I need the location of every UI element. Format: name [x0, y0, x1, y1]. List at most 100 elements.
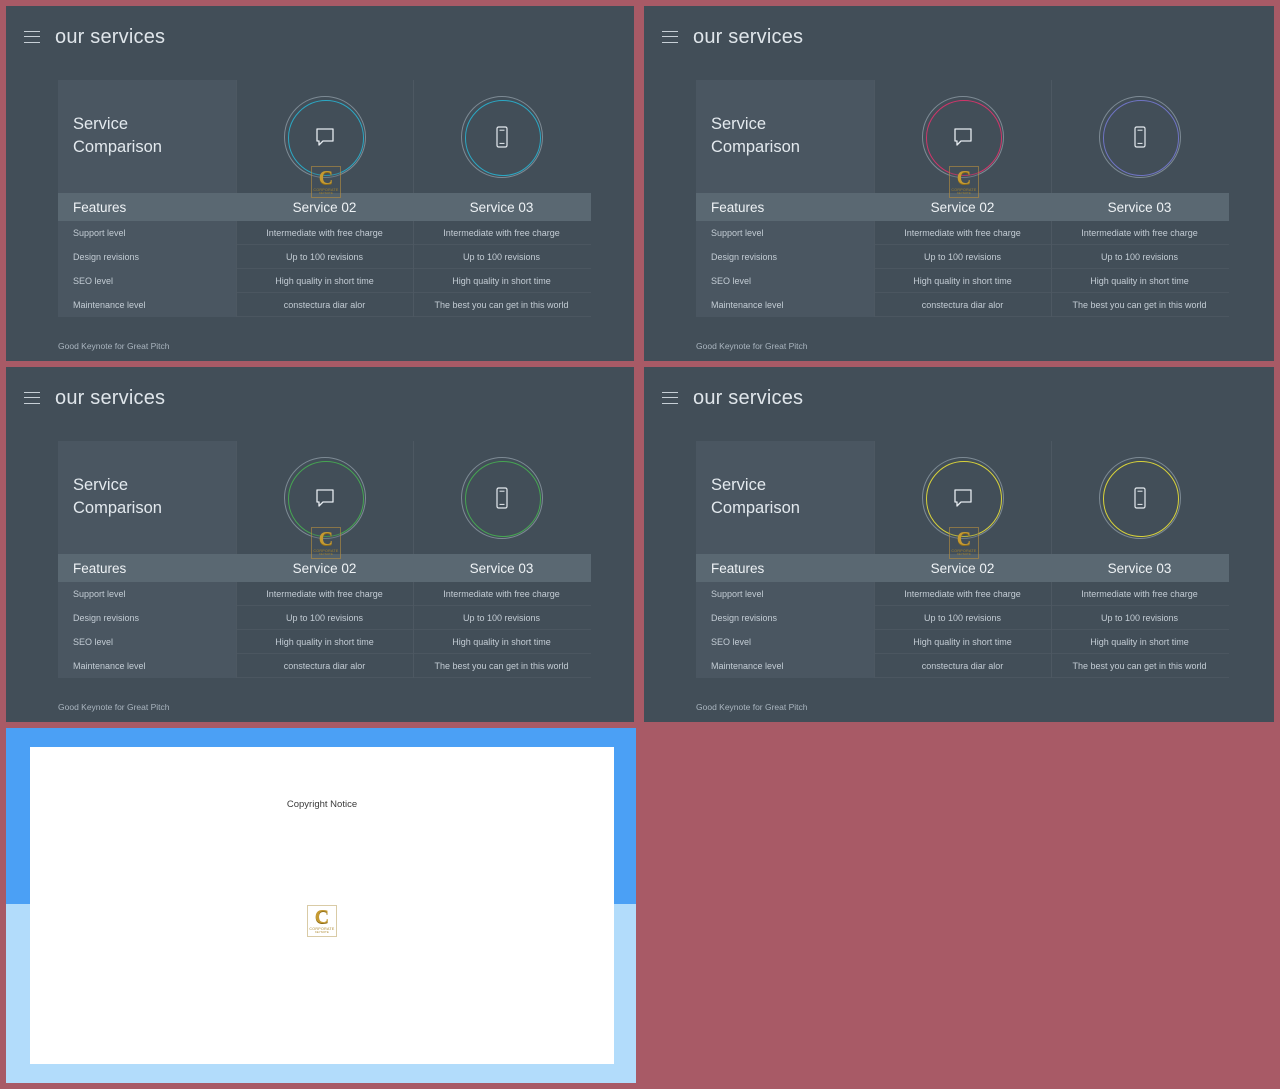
page-title: our services — [693, 386, 804, 409]
cell-service03: High quality in short time — [452, 275, 551, 286]
ring-service02 — [922, 456, 1004, 539]
page-title: our services — [55, 25, 166, 48]
ring-service02 — [922, 95, 1004, 178]
table-row: SEO level High quality in short time Hig… — [58, 268, 591, 293]
icon-column-service03 — [413, 441, 590, 554]
icon-column-service02 — [874, 441, 1051, 554]
col-header-features: Features — [711, 199, 765, 215]
comparison-table: Features Service 02 Service 03 Support l… — [696, 554, 1229, 678]
cell-service02: Up to 100 revisions — [285, 612, 364, 623]
watermark-sub1: CORPORATE — [309, 927, 335, 931]
copyright-title: Copyright Notice — [286, 799, 358, 810]
cell-service03: Intermediate with free charge — [1081, 227, 1198, 238]
table-row: SEO level High quality in short time Hig… — [58, 629, 591, 654]
title-block: Service Comparison — [696, 441, 874, 554]
cell-feature: SEO level — [696, 268, 874, 293]
slide-copyright-notice[interactable]: Copyright Notice C CORPORATE KEYNOTE — [6, 728, 636, 1083]
col-header-features: Features — [711, 560, 765, 576]
cell-feature: Design revisions — [696, 244, 874, 269]
cell-service03: Intermediate with free charge — [443, 588, 560, 599]
cell-service02: Up to 100 revisions — [923, 251, 1002, 262]
table-row: Design revisions Up to 100 revisions Up … — [58, 605, 591, 630]
mobile-phone-icon — [494, 486, 510, 510]
cell-service02: Up to 100 revisions — [923, 612, 1002, 623]
cell-feature: Support level — [696, 581, 874, 606]
cell-service03: The best you can get in this world — [434, 299, 569, 310]
cell-feature: SEO level — [696, 629, 874, 654]
comparison-table: Features Service 02 Service 03 Support l… — [696, 193, 1229, 317]
cell-service03: Intermediate with free charge — [443, 227, 560, 238]
cell-service02: Intermediate with free charge — [904, 227, 1021, 238]
cell-service03: Up to 100 revisions — [462, 251, 541, 262]
table-header-row: Features Service 02 Service 03 — [58, 554, 591, 582]
cell-feature: Maintenance level — [58, 653, 236, 678]
chat-bubble-icon — [952, 126, 974, 148]
mobile-phone-icon — [1132, 125, 1148, 149]
cell-service02: constectura diar alor — [921, 299, 1004, 310]
slide-footer: Good Keynote for Great Pitch — [696, 702, 808, 712]
cell-service02: constectura diar alor — [283, 299, 366, 310]
cell-service03: The best you can get in this world — [434, 660, 569, 671]
cell-service03: The best you can get in this world — [1072, 660, 1207, 671]
slide-teal[interactable]: our services Service Comparison Features… — [6, 6, 634, 361]
table-row: SEO level High quality in short time Hig… — [696, 629, 1229, 654]
icon-column-service02 — [874, 80, 1051, 193]
cell-service03: Intermediate with free charge — [1081, 588, 1198, 599]
cell-service02: High quality in short time — [275, 636, 374, 647]
slide-header: our services — [644, 367, 1274, 429]
slide-yellow[interactable]: our services Service Comparison Features… — [644, 367, 1274, 722]
chat-bubble-icon — [952, 487, 974, 509]
hamburger-icon[interactable] — [662, 30, 678, 44]
cell-feature: Design revisions — [58, 244, 236, 269]
col-header-features: Features — [73, 199, 127, 215]
cell-service03: Up to 100 revisions — [1100, 612, 1179, 623]
cell-service03: Up to 100 revisions — [1100, 251, 1179, 262]
title-block: Service Comparison — [58, 441, 236, 554]
cell-feature: Support level — [696, 220, 874, 245]
slide-green[interactable]: our services Service Comparison Features… — [6, 367, 634, 722]
watermark-letter: C — [314, 906, 330, 928]
col-header-service02: Service 02 — [292, 560, 357, 576]
chat-bubble-icon — [314, 126, 336, 148]
cell-service02: constectura diar alor — [921, 660, 1004, 671]
watermark-sub2: KEYNOTE — [315, 931, 329, 934]
hamburger-icon[interactable] — [662, 391, 678, 405]
table-row: Maintenance level constectura diar alor … — [696, 653, 1229, 678]
ring-service03 — [1099, 95, 1181, 178]
cell-service03: High quality in short time — [1090, 275, 1189, 286]
comparison-stage: Service Comparison Features Service 02 S… — [58, 441, 591, 678]
table-row: SEO level High quality in short time Hig… — [696, 268, 1229, 293]
hamburger-icon[interactable] — [24, 391, 40, 405]
cell-service02: Intermediate with free charge — [266, 227, 383, 238]
cell-service03: High quality in short time — [1090, 636, 1189, 647]
table-row: Support level Intermediate with free cha… — [696, 220, 1229, 245]
corporate-logo-watermark: C CORPORATE KEYNOTE — [307, 905, 337, 937]
col-header-service02: Service 02 — [930, 560, 995, 576]
slide-crimson[interactable]: our services Service Comparison Features… — [644, 6, 1274, 361]
table-row: Design revisions Up to 100 revisions Up … — [696, 605, 1229, 630]
col-header-features: Features — [73, 560, 127, 576]
col-header-service03: Service 03 — [469, 199, 534, 215]
ring-service02 — [284, 95, 366, 178]
hamburger-icon[interactable] — [24, 30, 40, 44]
cell-service02: High quality in short time — [913, 275, 1012, 286]
slide-grid: our services Service Comparison Features… — [0, 0, 1280, 1089]
table-row: Support level Intermediate with free cha… — [58, 220, 591, 245]
comparison-table: Features Service 02 Service 03 Support l… — [58, 193, 591, 317]
cell-feature: Design revisions — [696, 605, 874, 630]
col-header-service02: Service 02 — [930, 199, 995, 215]
chat-bubble-icon — [314, 487, 336, 509]
title-block-text: Service Comparison — [711, 115, 800, 156]
mobile-phone-icon — [494, 125, 510, 149]
cell-feature: Maintenance level — [696, 653, 874, 678]
title-block-text: Service Comparison — [711, 476, 800, 517]
cell-service02: constectura diar alor — [283, 660, 366, 671]
table-row: Maintenance level constectura diar alor … — [58, 292, 591, 317]
cell-feature: SEO level — [58, 629, 236, 654]
icon-column-service02 — [236, 80, 413, 193]
mobile-phone-icon — [1132, 486, 1148, 510]
ring-service02 — [284, 456, 366, 539]
ring-service03 — [461, 456, 543, 539]
icon-column-service03 — [413, 80, 590, 193]
page-title: our services — [693, 25, 804, 48]
